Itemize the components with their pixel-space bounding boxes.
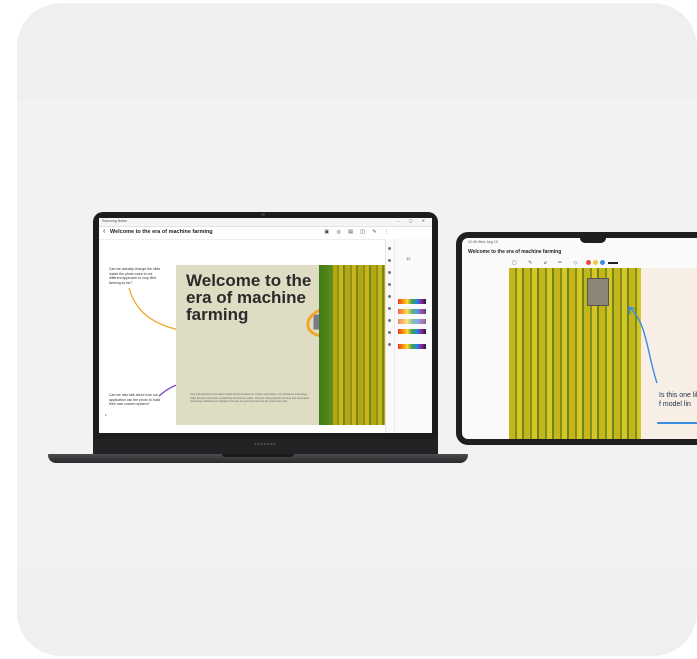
tablet-screen: 12:45 Wed, Aug 19 Welcome to the era of … [462, 238, 697, 439]
tablet-device: 12:45 Wed, Aug 19 Welcome to the era of … [456, 232, 697, 445]
color-swatches-1[interactable] [398, 299, 426, 304]
laptop-screen: Samsung Notes – ▢ ✕ ‹ Welcome to the era… [99, 218, 432, 433]
background-card: Samsung Notes – ▢ ✕ ‹ Welcome to the era… [17, 3, 697, 656]
undo-icon[interactable] [388, 331, 391, 334]
slide-canvas: Welcome to the era of machine farming St… [176, 265, 388, 425]
lasso-icon[interactable] [388, 295, 391, 298]
blue-arrow [629, 307, 658, 384]
color-swatches-3[interactable] [398, 319, 426, 324]
laptop-base [48, 454, 468, 463]
text-icon[interactable] [388, 307, 391, 310]
brand-label: SAMSUNG [254, 442, 277, 446]
tablet-handwritten-note: Is this one like it is f model lin [659, 392, 697, 408]
pen-toolbar: 12 [385, 239, 432, 433]
pen-icon[interactable] [388, 247, 391, 250]
color-swatches-2[interactable] [398, 309, 426, 314]
color-swatches-4[interactable] [398, 329, 426, 334]
color-swatches-5[interactable] [398, 344, 426, 349]
blue-underline [657, 422, 697, 424]
shape-icon[interactable] [388, 283, 391, 286]
tool-column [386, 239, 395, 433]
slide-body: Stay informed about the latest trends an… [190, 393, 310, 403]
laptop-chin: SAMSUNG [93, 439, 438, 454]
image-icon[interactable] [388, 319, 391, 322]
slide-title: Welcome to the era of machine farming [186, 271, 312, 324]
highlighter-icon[interactable] [388, 259, 391, 262]
field-photo [319, 265, 388, 425]
eraser-icon[interactable] [388, 271, 391, 274]
font-size-value[interactable]: 12 [406, 256, 410, 261]
redo-icon[interactable] [388, 343, 391, 346]
webcam [261, 213, 265, 216]
laptop-lid: Samsung Notes – ▢ ✕ ‹ Welcome to the era… [93, 212, 438, 439]
